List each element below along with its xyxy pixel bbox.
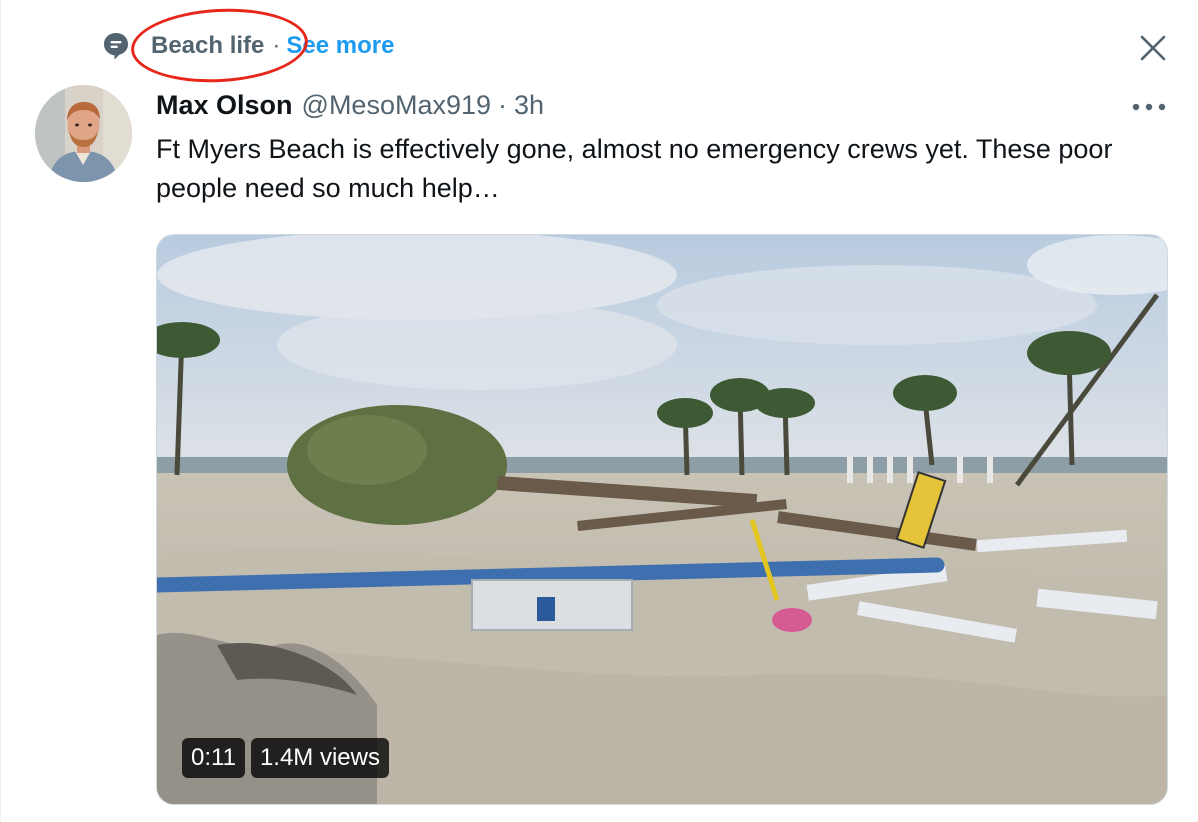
see-more-link[interactable]: See more: [286, 32, 394, 60]
video-badges: 0:11 1.4M views: [182, 738, 389, 778]
author-name[interactable]: Max Olson: [156, 90, 293, 121]
header-separator: ·: [498, 89, 508, 120]
avatar[interactable]: [35, 85, 132, 182]
video-views: 1.4M views: [250, 738, 389, 778]
topic-row: Beach life · See more: [101, 26, 394, 66]
close-icon: [1140, 35, 1166, 61]
tweet-timestamp[interactable]: 3h: [514, 90, 544, 121]
tweet-text: Ft Myers Beach is effectively gone, almo…: [156, 134, 1113, 203]
video-thumbnail: [157, 235, 1167, 804]
video-player[interactable]: 0:11 1.4M views: [156, 234, 1168, 805]
topic-bubble-icon: [101, 31, 131, 61]
close-button[interactable]: [1133, 28, 1173, 68]
more-dots-icon: [1132, 103, 1166, 111]
author-handle[interactable]: @MesoMax919: [302, 90, 492, 121]
more-options-button[interactable]: [1127, 92, 1171, 122]
topic-name[interactable]: Beach life: [151, 32, 264, 60]
video-duration: 0:11: [182, 738, 245, 778]
tweet-header: Max Olson @MesoMax919 · 3h: [156, 85, 544, 125]
topic-separator: ·: [272, 32, 281, 59]
tweet-card[interactable]: Beach life · See more Max Olson @MesoMax…: [0, 0, 1198, 822]
